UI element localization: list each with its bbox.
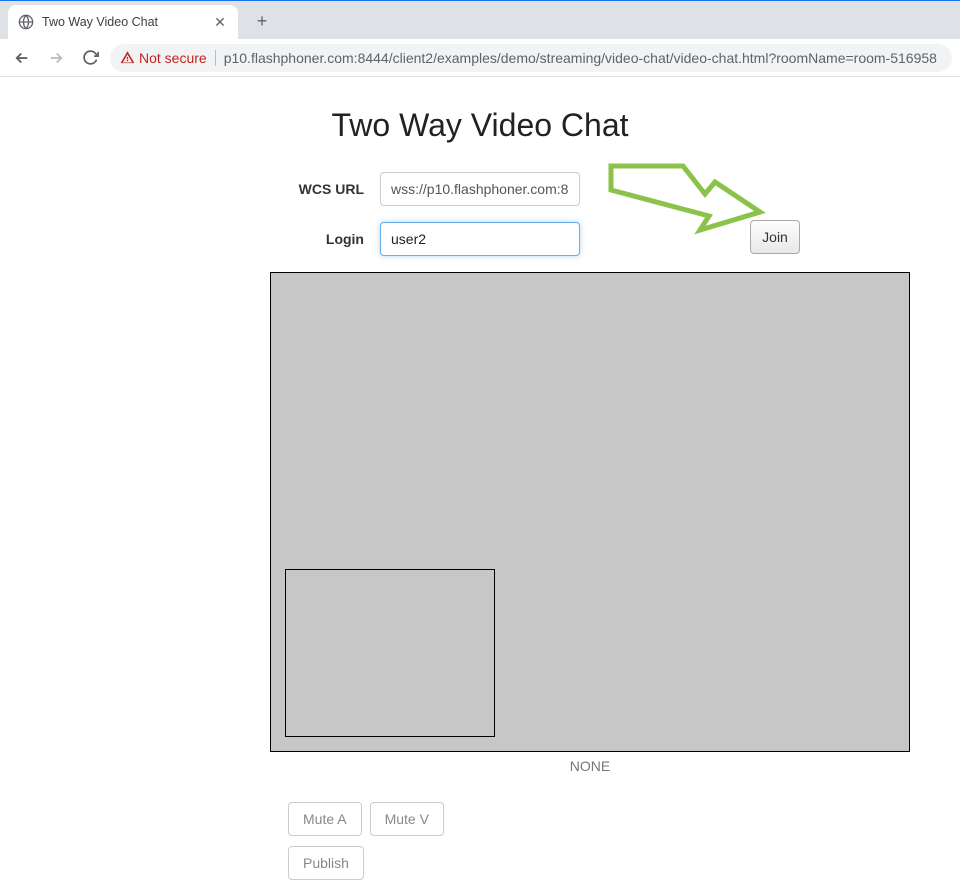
new-tab-button[interactable]: + (248, 7, 276, 35)
address-bar: Not secure p10.flashphoner.com:8444/clie… (0, 39, 960, 77)
browser-tab[interactable]: Two Way Video Chat ✕ (8, 5, 238, 39)
url-field[interactable]: Not secure p10.flashphoner.com:8444/clie… (110, 44, 952, 72)
wcs-url-label: WCS URL (270, 181, 380, 197)
divider (215, 50, 216, 66)
not-secure-label: Not secure (139, 50, 207, 66)
local-video-preview (285, 569, 495, 737)
tab-title: Two Way Video Chat (42, 15, 158, 29)
close-tab-icon[interactable]: ✕ (212, 14, 228, 30)
login-input[interactable] (380, 222, 580, 256)
video-area (270, 272, 910, 752)
wcs-url-input[interactable] (380, 172, 580, 206)
page-title: Two Way Video Chat (0, 107, 960, 144)
mute-audio-button[interactable]: Mute A (288, 802, 362, 836)
url-text: p10.flashphoner.com:8444/client2/example… (224, 50, 937, 66)
mute-video-button[interactable]: Mute V (370, 802, 444, 836)
globe-icon (18, 14, 34, 30)
publish-button[interactable]: Publish (288, 846, 364, 880)
join-button[interactable]: Join (750, 220, 800, 254)
status-label: NONE (270, 758, 910, 774)
reload-button[interactable] (76, 44, 104, 72)
tab-bar: Two Way Video Chat ✕ + (0, 1, 960, 39)
forward-button[interactable] (42, 44, 70, 72)
not-secure-badge: Not secure (120, 50, 207, 66)
back-button[interactable] (8, 44, 36, 72)
warning-icon (120, 50, 135, 65)
login-label: Login (270, 231, 380, 247)
